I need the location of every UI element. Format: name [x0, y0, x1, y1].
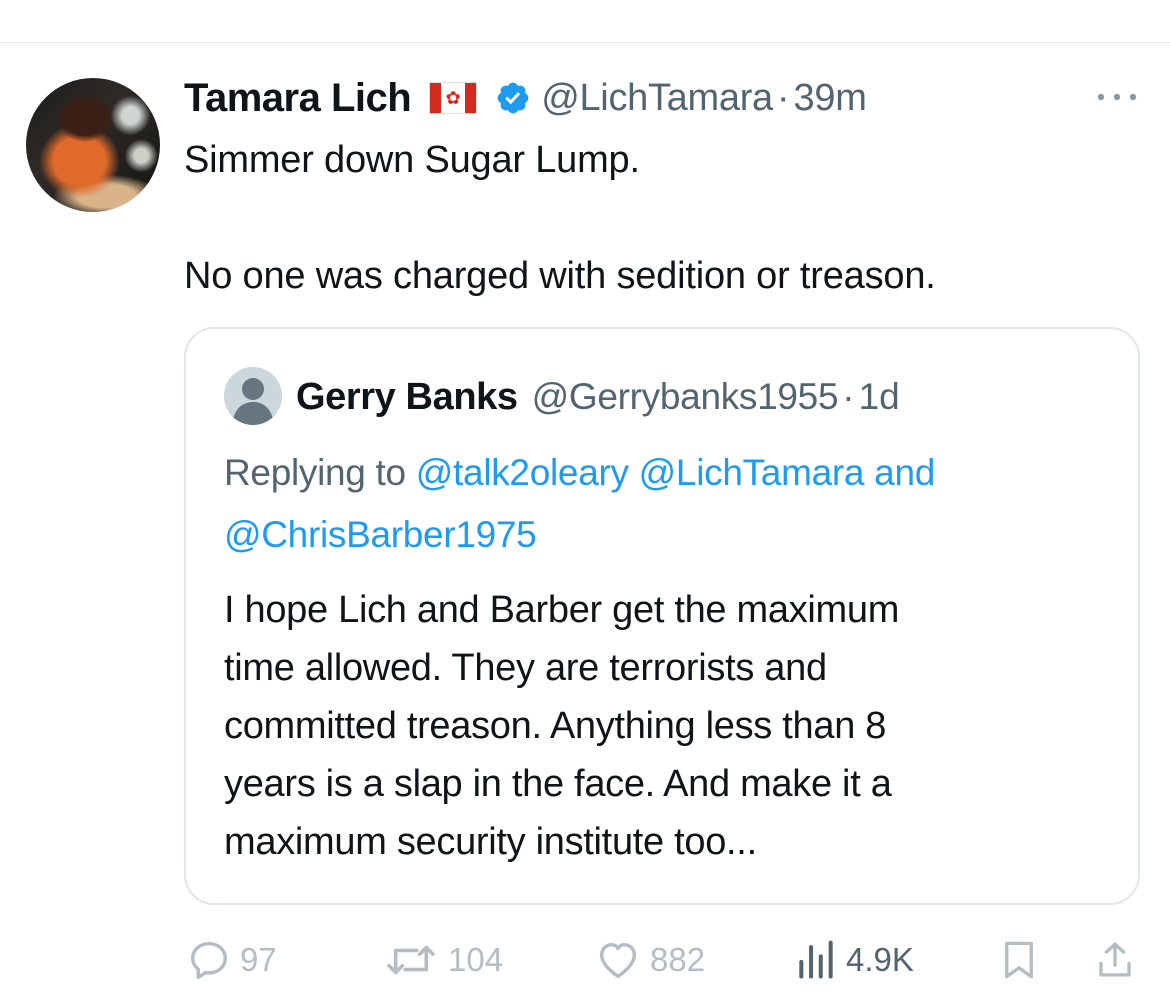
verified-badge-icon[interactable] — [495, 80, 531, 116]
like-button[interactable]: 882 — [594, 930, 705, 990]
replying-to-line: Replying to @talk2oleary @LichTamara and — [224, 443, 1124, 503]
quoted-text-line: time allowed. They are terrorists and — [224, 647, 827, 689]
author-handle[interactable]: @LichTamara — [541, 77, 773, 120]
mention-link[interactable]: @LichTamara — [639, 452, 865, 493]
quoted-tweet-card[interactable]: Gerry Banks @Gerrybanks1955 · 1d Replyin… — [184, 327, 1140, 905]
tweet-text-line: Simmer down Sugar Lump. — [184, 139, 640, 181]
quoted-header-separator: · — [842, 376, 855, 417]
tweet-time[interactable]: 39m — [794, 77, 867, 120]
more-options-icon[interactable] — [1094, 90, 1140, 104]
like-count: 882 — [650, 941, 706, 978]
quoted-author-handle[interactable]: @Gerrybanks1955 — [532, 376, 839, 418]
author-avatar[interactable] — [26, 78, 160, 212]
repost-button[interactable]: 104 — [382, 930, 503, 990]
tweet-action-bar: 97 104 882 4.9K — [0, 930, 1170, 990]
views-button[interactable]: 4.9K — [794, 930, 914, 990]
reply-button[interactable]: 97 — [186, 930, 277, 990]
quoted-text-line: committed treason. Anything less than 8 — [224, 705, 887, 747]
replying-to-line-continued: @ChrisBarber1975 — [224, 505, 1124, 565]
view-count: 4.9K — [846, 941, 914, 978]
header-separator: · — [776, 76, 790, 119]
heart-icon — [599, 942, 637, 979]
share-button[interactable] — [1094, 930, 1136, 990]
repost-count: 104 — [448, 941, 504, 978]
quoted-author-avatar[interactable] — [224, 367, 282, 425]
quoted-text-line: years is a slap in the face. And make it… — [224, 763, 892, 805]
reply-icon — [190, 941, 228, 979]
bookmark-button[interactable] — [998, 930, 1040, 990]
reply-count: 97 — [240, 941, 277, 978]
author-name[interactable]: Tamara Lich — [184, 76, 412, 121]
top-divider — [0, 42, 1170, 43]
default-profile-icon — [224, 367, 282, 425]
tweet-text-line: No one was charged with sedition or trea… — [184, 255, 936, 297]
repost-icon — [387, 945, 435, 975]
quoted-text-line: I hope Lich and Barber get the maximum — [224, 589, 900, 631]
quoted-text-line: maximum security institute too... — [224, 821, 757, 863]
replying-to-label: Replying to — [224, 452, 406, 493]
mention-link[interactable]: @ChrisBarber1975 — [224, 514, 537, 555]
tweet-header: Tamara Lich ✿ @LichTamara · 39m — [184, 72, 867, 124]
mention-link[interactable]: @talk2oleary — [416, 452, 629, 493]
analytics-bar-chart-icon — [799, 940, 833, 979]
quoted-tweet-time[interactable]: 1d — [859, 376, 900, 418]
mention-joiner: and — [874, 452, 936, 493]
quoted-tweet-header: Gerry Banks @Gerrybanks1955 · 1d — [296, 371, 900, 423]
bookmark-icon — [1005, 941, 1033, 979]
share-upload-icon — [1099, 942, 1131, 977]
quoted-tweet-text: I hope Lich and Barber get the maximum t… — [224, 581, 1104, 871]
quoted-author-name[interactable]: Gerry Banks — [296, 376, 518, 419]
canada-flag-icon: ✿ — [429, 82, 478, 114]
